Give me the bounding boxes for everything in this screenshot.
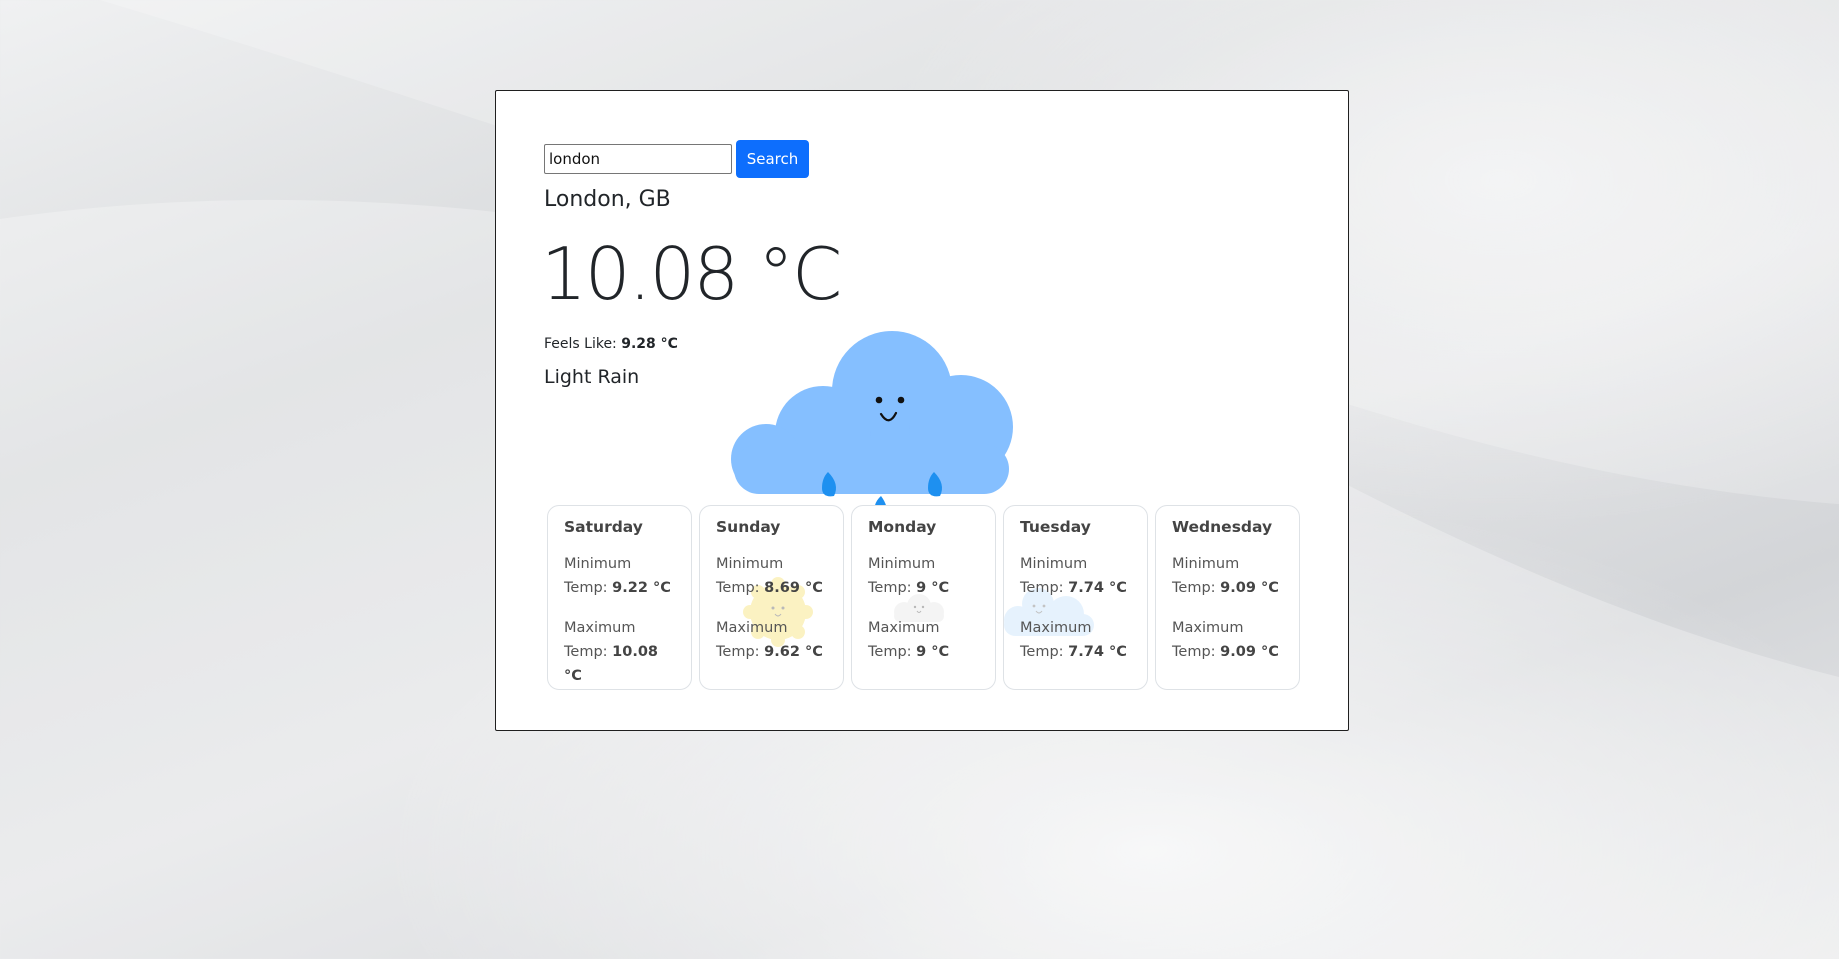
forecast-card-saturday: Saturday Minimum Temp: 9.22 °C Maximum T… [547,505,692,690]
forecast-card-sunday: Sunday Minimum Temp: 8.69 °C Maximum Tem… [699,505,844,690]
temp-label: Temp: [564,644,608,660]
temp-label: Temp: [868,644,912,660]
max-temp: Maximum Temp: 7.74 °C [1020,616,1131,664]
min-temp-line: Temp: 9 °C [868,576,979,600]
max-temp-line: Temp: 7.74 °C [1020,640,1131,664]
min-temp: Minimum Temp: 8.69 °C [716,552,827,600]
max-temp-value: 7.74 °C [1068,644,1127,660]
min-temp-line: Temp: 8.69 °C [716,576,827,600]
temp-label: Temp: [564,580,608,596]
forecast-card-wednesday: Wednesday Minimum Temp: 9.09 °C Maximum … [1155,505,1300,690]
forecast-card-tuesday: Tuesday Minimum Temp: 7.74 °C Maximum Te… [1003,505,1148,690]
min-temp-value: 7.74 °C [1068,580,1127,596]
feels-like-value: 9.28 °C [621,336,678,352]
max-temp-line: Temp: 9.62 °C [716,640,827,664]
min-temp-value: 9.22 °C [612,580,671,596]
min-temp-label: Minimum [868,556,936,572]
temp-label: Temp: [1172,580,1216,596]
min-temp-value: 9 °C [916,580,950,596]
min-temp: Minimum Temp: 9.09 °C [1172,552,1283,600]
max-temp-value: 9 °C [916,644,950,660]
max-temp: Maximum Temp: 9.09 °C [1172,616,1283,664]
min-temp-label: Minimum [1020,556,1088,572]
max-temp-value: 9.09 °C [1220,644,1279,660]
min-temp-value: 9.09 °C [1220,580,1279,596]
min-temp-label: Minimum [564,556,632,572]
max-temp-line: Temp: 9.09 °C [1172,640,1283,664]
weather-card: Search London, GB 10.08 °C Feels Like: 9… [495,90,1349,731]
temp-label: Temp: [1020,644,1064,660]
search-bar: Search [544,140,809,178]
max-temp-line: Temp: 9 °C [868,640,979,664]
min-temp-line: Temp: 9.09 °C [1172,576,1283,600]
min-temp: Minimum Temp: 9 °C [868,552,979,600]
forecast-card-monday: Monday Minimum Temp: 9 °C Maximum Temp: … [851,505,996,690]
max-temp-label: Maximum [868,620,940,636]
max-temp: Maximum Temp: 10.08 °C [564,616,675,688]
max-temp: Maximum Temp: 9.62 °C [716,616,827,664]
temp-label: Temp: [716,644,760,660]
weather-description: Light Rain [544,366,640,388]
max-temp: Maximum Temp: 9 °C [868,616,979,664]
max-temp-label: Maximum [564,620,636,636]
max-temp-label: Maximum [716,620,788,636]
feels-like: Feels Like: 9.28 °C [544,336,678,352]
feels-like-label: Feels Like: [544,336,617,352]
forecast-day: Monday [868,518,937,536]
current-temperature: 10.08 °C [541,232,842,316]
max-temp-label: Maximum [1172,620,1244,636]
max-temp-value: 9.62 °C [764,644,823,660]
min-temp-label: Minimum [716,556,784,572]
min-temp-line: Temp: 9.22 °C [564,576,675,600]
max-temp-label: Maximum [1020,620,1092,636]
min-temp-label: Minimum [1172,556,1240,572]
min-temp-value: 8.69 °C [764,580,823,596]
min-temp: Minimum Temp: 7.74 °C [1020,552,1131,600]
min-temp-line: Temp: 7.74 °C [1020,576,1131,600]
temp-label: Temp: [1020,580,1064,596]
forecast-list: Saturday Minimum Temp: 9.22 °C Maximum T… [547,505,1300,690]
min-temp: Minimum Temp: 9.22 °C [564,552,675,600]
location-title: London, GB [544,187,671,212]
search-input[interactable] [544,144,732,174]
temp-label: Temp: [1172,644,1216,660]
forecast-day: Wednesday [1172,518,1273,536]
forecast-day: Sunday [716,518,781,536]
temp-label: Temp: [868,580,912,596]
forecast-day: Tuesday [1020,518,1091,536]
temp-label: Temp: [716,580,760,596]
search-button[interactable]: Search [736,140,809,178]
cloud-rain-icon [731,331,1013,506]
max-temp-line: Temp: 10.08 °C [564,640,675,688]
forecast-day: Saturday [564,518,643,536]
